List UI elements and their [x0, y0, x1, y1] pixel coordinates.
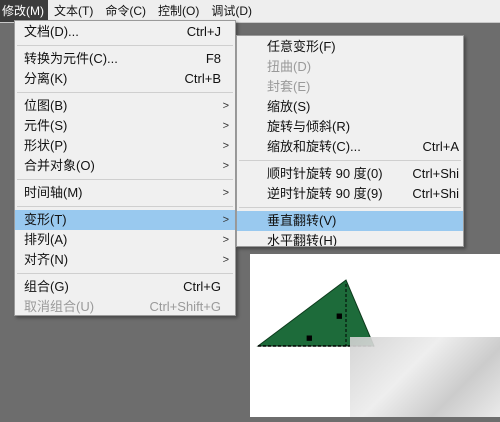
menu-item-label: 缩放和旋转(C)... — [267, 139, 361, 154]
chevron-right-icon: > — [222, 187, 229, 199]
menu-separator — [239, 160, 461, 161]
menu-separator — [17, 179, 233, 180]
menu-item-label: 垂直翻转(V) — [267, 213, 337, 228]
menu-item-distort[interactable]: 扭曲(D) — [237, 57, 463, 77]
menu-item-shortcut: Ctrl+Shi — [412, 186, 459, 201]
menu-item-label: 位图(B) — [24, 98, 68, 113]
menu-item-flip-horizontal[interactable]: 水平翻转(H) — [237, 231, 463, 247]
menu-item-label: 任意变形(F) — [267, 39, 336, 54]
menu-item-label: 元件(S) — [24, 118, 68, 133]
menu-separator — [17, 45, 233, 46]
menu-item-label: 组合(G) — [24, 279, 69, 294]
blurred-watermark — [350, 337, 500, 417]
menu-item-label: 扭曲(D) — [267, 59, 312, 74]
menu-item-shortcut: Ctrl+A — [422, 139, 459, 154]
menu-item-label: 变形(T) — [24, 212, 67, 227]
svg-text:■: ■ — [336, 312, 343, 320]
menu-item-shortcut: Ctrl+J — [186, 24, 221, 39]
menu-item-flip-vertical[interactable]: 垂直翻转(V) — [237, 211, 463, 231]
chevron-right-icon: > — [222, 100, 229, 112]
menu-item-label: 取消组合(U) — [24, 299, 95, 314]
menu-item-arrange[interactable]: 排列(A) > — [15, 230, 235, 250]
menu-item-label: 水平翻转(H) — [267, 233, 338, 247]
menu-item-label: 排列(A) — [24, 232, 68, 247]
menu-separator — [239, 207, 461, 208]
menu-item-document[interactable]: 文档(D)... Ctrl+J — [15, 22, 235, 42]
menu-item-scale[interactable]: 缩放(S) — [237, 97, 463, 117]
menu-item-ungroup[interactable]: 取消组合(U) Ctrl+Shift+G — [15, 297, 235, 317]
menu-separator — [17, 273, 233, 274]
menu-item-label: 封套(E) — [267, 79, 311, 94]
chevron-right-icon: > — [222, 254, 229, 266]
menubar-debug[interactable]: 调试(D) — [205, 0, 258, 22]
menubar-control[interactable]: 控制(O) — [152, 0, 205, 22]
chevron-right-icon: > — [222, 214, 229, 226]
menu-item-bitmap[interactable]: 位图(B) > — [15, 96, 235, 116]
menu-item-label: 缩放(S) — [267, 99, 311, 114]
menu-separator — [17, 206, 233, 207]
menu-item-convert-to-symbol[interactable]: 转换为元件(C)... F8 — [15, 49, 235, 69]
menu-item-combine-objects[interactable]: 合并对象(O) > — [15, 156, 235, 176]
chevron-right-icon: > — [222, 234, 229, 246]
svg-text:■: ■ — [306, 334, 313, 342]
transform-submenu: 任意变形(F) 扭曲(D) 封套(E) 缩放(S) 旋转与倾斜(R) 缩放和旋转… — [236, 35, 464, 247]
menu-item-label: 逆时针旋转 90 度(9) — [267, 186, 383, 201]
menu-item-transform[interactable]: 变形(T) > — [15, 210, 235, 230]
menu-item-shape[interactable]: 形状(P) > — [15, 136, 235, 156]
menu-item-shortcut: F8 — [205, 51, 221, 66]
menubar-commands[interactable]: 命令(C) — [99, 0, 152, 22]
menu-item-timeline[interactable]: 时间轴(M) > — [15, 183, 235, 203]
menu-item-label: 转换为元件(C)... — [24, 51, 118, 66]
chevron-right-icon: > — [222, 140, 229, 152]
menu-item-scale-rotate[interactable]: 缩放和旋转(C)... Ctrl+A — [237, 137, 463, 157]
menu-item-shortcut: Ctrl+B — [184, 71, 221, 86]
menu-item-label: 旋转与倾斜(R) — [267, 119, 351, 134]
menu-item-label: 分离(K) — [24, 71, 68, 86]
menubar-modify[interactable]: 修改(M) — [0, 0, 48, 22]
menu-item-label: 对齐(N) — [24, 252, 69, 267]
chevron-right-icon: > — [222, 120, 229, 132]
menu-item-rotate-ccw[interactable]: 逆时针旋转 90 度(9) Ctrl+Shi — [237, 184, 463, 204]
menu-item-symbol[interactable]: 元件(S) > — [15, 116, 235, 136]
menu-item-break-apart[interactable]: 分离(K) Ctrl+B — [15, 69, 235, 89]
menu-item-group[interactable]: 组合(G) Ctrl+G — [15, 277, 235, 297]
chevron-right-icon: > — [222, 160, 229, 172]
modify-menu: 文档(D)... Ctrl+J 转换为元件(C)... F8 分离(K) Ctr… — [14, 20, 236, 316]
menu-item-rotate-skew[interactable]: 旋转与倾斜(R) — [237, 117, 463, 137]
menu-item-label: 形状(P) — [24, 138, 68, 153]
menu-item-shortcut: Ctrl+Shi — [412, 166, 459, 181]
menu-item-shortcut: Ctrl+Shift+G — [149, 299, 221, 314]
menu-item-label: 时间轴(M) — [24, 185, 83, 200]
menu-item-rotate-cw[interactable]: 顺时针旋转 90 度(0) Ctrl+Shi — [237, 164, 463, 184]
menu-item-label: 文档(D)... — [24, 24, 79, 39]
menu-item-align[interactable]: 对齐(N) > — [15, 250, 235, 270]
menubar-text[interactable]: 文本(T) — [48, 0, 99, 22]
menu-separator — [17, 92, 233, 93]
menu-item-free-transform[interactable]: 任意变形(F) — [237, 37, 463, 57]
menu-item-shortcut: Ctrl+G — [183, 279, 221, 294]
menu-item-envelope[interactable]: 封套(E) — [237, 77, 463, 97]
menu-item-label: 顺时针旋转 90 度(0) — [267, 166, 383, 181]
menu-item-label: 合并对象(O) — [24, 158, 95, 173]
